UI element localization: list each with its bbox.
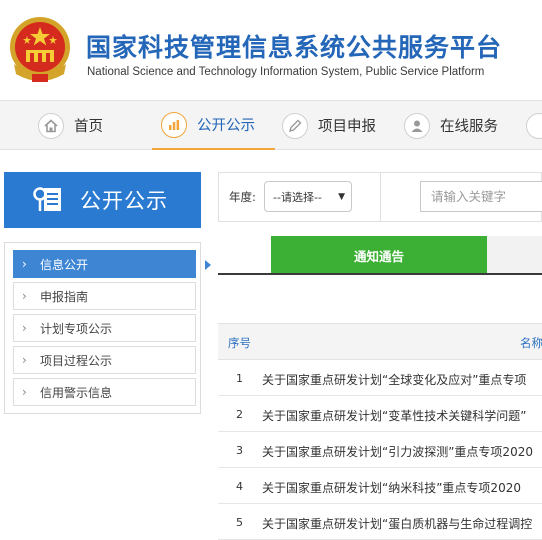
- nav-item-label: 公开公示: [197, 118, 255, 134]
- row-title-link[interactable]: 关于国家重点研发计划“引力波探测”重点专项2020: [262, 443, 533, 460]
- tab-notices[interactable]: 通知通告: [271, 236, 487, 274]
- nav-item-online-service[interactable]: 在线服务: [404, 101, 498, 150]
- site-title: 国家科技管理信息系统公共服务平台: [86, 33, 503, 62]
- row-number: 4: [236, 480, 243, 493]
- year-label: 年度:: [229, 190, 256, 204]
- nav-item-more[interactable]: [526, 101, 542, 150]
- sidebar-menu: › 信息公开 › 申报指南 › 计划专项公示 › 项目过程公示 › 信用警示信息: [4, 242, 211, 414]
- chevron-down-icon: ▼: [338, 192, 345, 202]
- active-pointer-icon: [205, 260, 211, 270]
- table-row[interactable]: 3 关于国家重点研发计划“引力波探测”重点专项2020: [218, 432, 542, 468]
- table-row[interactable]: 1 关于国家重点研发计划“全球变化及应对”重点专项: [218, 360, 542, 396]
- site-header: 国家科技管理信息系统公共服务平台 National Science and Te…: [0, 0, 542, 100]
- chevron-right-icon: ›: [22, 353, 27, 367]
- year-select-value: --请选择--: [273, 190, 322, 204]
- sidebar-item-plan-publicity[interactable]: › 计划专项公示: [13, 314, 196, 342]
- document-search-icon: [33, 187, 61, 211]
- sidebar-item-credit-warning[interactable]: › 信用警示信息: [13, 378, 196, 406]
- sidebar-item-label: 信息公开: [40, 257, 89, 272]
- sidebar-item-label: 信用警示信息: [40, 385, 113, 400]
- sidebar-item-info-disclosure[interactable]: › 信息公开: [13, 250, 211, 278]
- row-title-link[interactable]: 关于国家重点研发计划“纳米科技”重点专项2020: [262, 479, 521, 496]
- row-title-link[interactable]: 关于国家重点研发计划“蛋白质机器与生命过程调控: [262, 515, 532, 532]
- column-header-name: 名称: [520, 336, 542, 350]
- chevron-right-icon: ›: [22, 385, 27, 399]
- nav-item-home[interactable]: 首页: [38, 101, 103, 150]
- table-row[interactable]: 2 关于国家重点研发计划“变革性技术关键科学问题”: [218, 396, 542, 432]
- nav-item-project-apply[interactable]: 项目申报: [282, 101, 376, 150]
- tab-other[interactable]: [487, 236, 542, 274]
- national-emblem-icon: [10, 17, 70, 82]
- chevron-right-icon: ›: [22, 321, 27, 335]
- sidebar-title: 公开公示: [80, 189, 168, 213]
- year-select[interactable]: --请选择-- ▼: [264, 181, 352, 212]
- chevron-right-icon: ›: [22, 289, 27, 303]
- chevron-right-icon: ›: [22, 257, 27, 271]
- row-number: 3: [236, 444, 243, 457]
- table-row[interactable]: 4 关于国家重点研发计划“纳米科技”重点专项2020: [218, 468, 542, 504]
- column-header-seq: 序号: [228, 336, 251, 350]
- tab-underline: [218, 273, 542, 275]
- site-subtitle: National Science and Technology Informat…: [87, 66, 485, 78]
- nav-item-public-notice[interactable]: 公开公示: [152, 101, 275, 150]
- sidebar-header: 公开公示: [4, 172, 201, 228]
- table-header: [218, 323, 542, 360]
- sidebar-item-process-publicity[interactable]: › 项目过程公示: [13, 346, 196, 374]
- row-title-link[interactable]: 关于国家重点研发计划“变革性技术关键科学问题”: [262, 407, 526, 424]
- sidebar-item-application-guide[interactable]: › 申报指南: [13, 282, 196, 310]
- sidebar-item-label: 申报指南: [40, 289, 89, 304]
- sidebar-item-label: 项目过程公示: [40, 353, 113, 368]
- nav-item-label: 首页: [74, 119, 103, 135]
- person-icon: [404, 112, 430, 139]
- pencil-icon: [282, 112, 308, 139]
- sidebar-item-label: 计划专项公示: [40, 321, 113, 336]
- keyword-search-input[interactable]: [420, 181, 542, 212]
- nav-item-label: 在线服务: [440, 119, 498, 135]
- row-number: 2: [236, 408, 243, 421]
- nav-item-label: 项目申报: [318, 119, 376, 135]
- home-icon: [38, 112, 64, 139]
- filter-divider: [380, 172, 381, 222]
- row-number: 5: [236, 516, 243, 529]
- more-nav-icon: [526, 112, 542, 139]
- row-title-link[interactable]: 关于国家重点研发计划“全球变化及应对”重点专项: [262, 371, 526, 388]
- table-row[interactable]: 5 关于国家重点研发计划“蛋白质机器与生命过程调控: [218, 504, 542, 540]
- bar-chart-icon: [161, 111, 187, 138]
- main-nav: 首页 公开公示 项目申报 在线服务: [0, 100, 542, 150]
- row-number: 1: [236, 372, 243, 385]
